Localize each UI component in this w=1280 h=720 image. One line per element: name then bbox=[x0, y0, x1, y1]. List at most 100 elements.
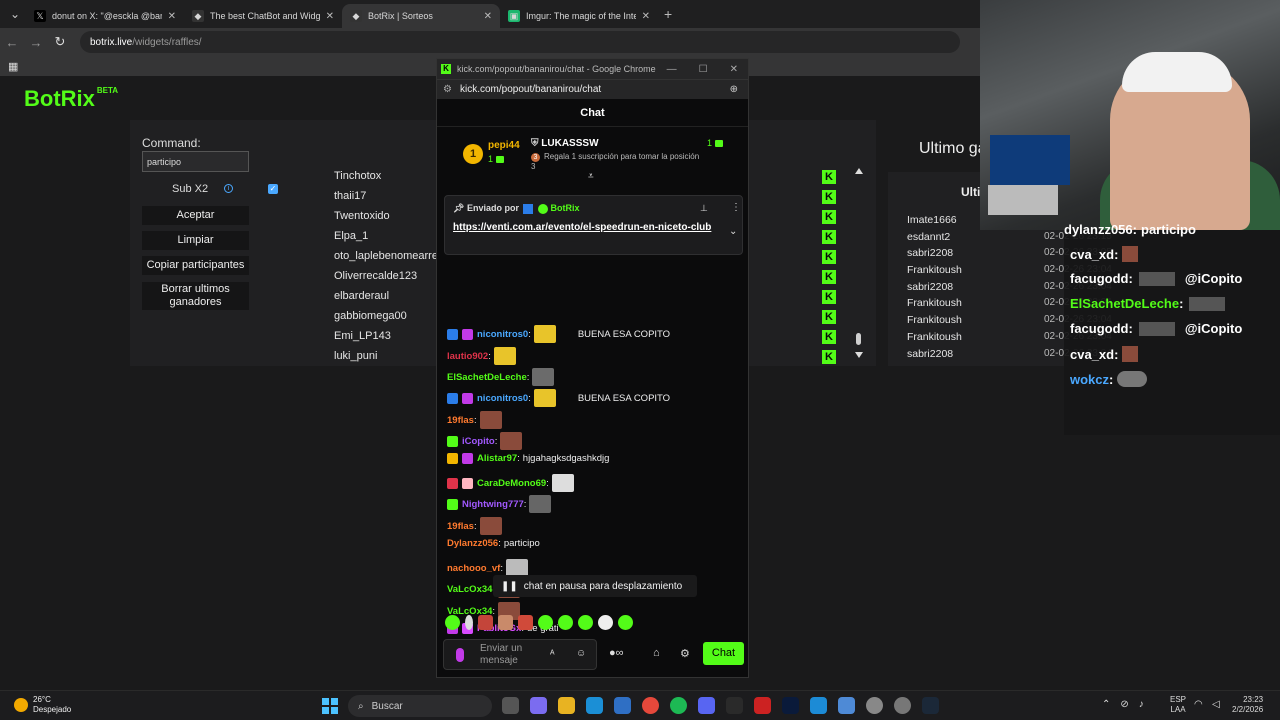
accept-button[interactable]: Aceptar bbox=[142, 206, 249, 225]
wifi-icon[interactable]: ◠ bbox=[1194, 699, 1203, 710]
task-view-icon[interactable] bbox=[502, 697, 519, 714]
start-windows-icon[interactable] bbox=[322, 698, 338, 714]
browser-tab[interactable]: 𝕏donut on X: "@esckla @bananir ✕ bbox=[26, 4, 184, 28]
tray-chevron-icon[interactable]: ⌃ bbox=[1102, 699, 1110, 710]
maximize-icon[interactable]: ☐ bbox=[699, 64, 708, 75]
apps-grid-icon[interactable]: ▦ bbox=[8, 60, 18, 73]
chat-username[interactable]: CaraDeMono69 bbox=[477, 478, 546, 489]
chat-username[interactable]: Nightwing777 bbox=[462, 499, 524, 510]
info-icon[interactable]: i bbox=[224, 184, 233, 193]
emote-icon[interactable] bbox=[558, 615, 573, 630]
emote-icon[interactable] bbox=[445, 615, 460, 630]
kicks-icon[interactable]: ●∞ bbox=[609, 647, 624, 659]
message-input[interactable]: Enviar un mensaje ᴬ ☺ bbox=[443, 639, 597, 670]
expand-chevron-icon[interactable]: ⌄ bbox=[729, 226, 737, 237]
close-tab-icon[interactable]: ✕ bbox=[326, 11, 334, 22]
emote-icon[interactable] bbox=[618, 615, 633, 630]
chat-username[interactable]: lautio902 bbox=[447, 351, 488, 362]
microphone-icon[interactable] bbox=[456, 648, 464, 662]
new-tab-button[interactable]: + bbox=[664, 6, 672, 22]
streamer-cap bbox=[1122, 52, 1232, 92]
settings-gear-icon[interactable]: ⚙ bbox=[680, 647, 690, 660]
chat-username[interactable]: 19flas bbox=[447, 415, 474, 426]
leader1-name[interactable]: pepi44 bbox=[488, 140, 520, 151]
steam-icon[interactable] bbox=[922, 697, 939, 714]
minimize-icon[interactable]: — bbox=[667, 64, 677, 75]
chrome-icon[interactable] bbox=[642, 697, 659, 714]
chat-username[interactable]: Dylanzz056 bbox=[447, 538, 498, 549]
chat-username[interactable]: ElSachetDeLeche bbox=[447, 372, 527, 383]
chat-username[interactable]: niconitros0 bbox=[477, 329, 528, 340]
outlook-icon[interactable] bbox=[614, 697, 631, 714]
reload-icon[interactable]: ↻ bbox=[48, 34, 72, 50]
emote-icon[interactable] bbox=[498, 615, 513, 630]
emote-icon[interactable] bbox=[538, 615, 553, 630]
command-input[interactable] bbox=[142, 151, 249, 172]
chat-username[interactable]: Alistar97 bbox=[477, 453, 517, 464]
close-icon[interactable]: ✕ bbox=[730, 64, 738, 75]
translate-icon[interactable]: ᴬ bbox=[550, 649, 555, 660]
emote-icon[interactable] bbox=[518, 615, 533, 630]
tab-search-icon[interactable]: ⌄ bbox=[4, 4, 26, 24]
unpin-icon[interactable]: ⊥ bbox=[700, 203, 708, 214]
weather-widget[interactable]: 26°C Despejado bbox=[14, 695, 71, 715]
site-info-icon[interactable]: ⚙ bbox=[443, 84, 452, 95]
chat-username[interactable]: VaLcOx34 bbox=[447, 584, 492, 595]
botrix-logo[interactable]: BotRix BETA bbox=[24, 86, 118, 112]
obs-icon[interactable] bbox=[894, 697, 911, 714]
browser-tab[interactable]: ▣ Imgur: The magic of the Interne ✕ bbox=[500, 4, 658, 28]
forward-icon[interactable]: → bbox=[24, 35, 48, 50]
taskbar-search[interactable]: ⌕ Buscar bbox=[348, 695, 492, 717]
emote-icon[interactable] bbox=[465, 615, 473, 630]
chat-username[interactable]: nachooo_vf bbox=[447, 563, 500, 574]
clear-button[interactable]: Limpiar bbox=[142, 231, 249, 250]
sub-x2-checkbox[interactable]: ✓ bbox=[268, 184, 278, 194]
emoji-picker-icon[interactable]: ☺ bbox=[576, 648, 586, 659]
mic-icon[interactable]: ♪ bbox=[1139, 699, 1144, 710]
badge-icon bbox=[447, 392, 458, 404]
zoom-icon[interactable]: ⊕ bbox=[730, 84, 738, 95]
photoshop-icon[interactable] bbox=[782, 697, 799, 714]
emote-icon[interactable] bbox=[578, 615, 593, 630]
back-icon[interactable]: ← bbox=[0, 35, 24, 50]
chat-paused-banner[interactable]: ❚❚ chat en pausa para desplazamiento bbox=[493, 575, 697, 597]
participants-scrollbar[interactable] bbox=[856, 333, 861, 345]
emote-icon[interactable] bbox=[598, 615, 613, 630]
app-icon[interactable] bbox=[726, 697, 743, 714]
close-tab-icon[interactable]: ✕ bbox=[168, 11, 176, 22]
url-field[interactable]: botrix.live/widgets/raffles/ bbox=[80, 31, 960, 53]
edge-icon[interactable] bbox=[586, 697, 603, 714]
clock[interactable]: 23:23 2/2/2026 bbox=[1232, 695, 1263, 715]
delete-winners-button[interactable]: Borrar ultimos ganadores bbox=[142, 282, 249, 310]
chat-username[interactable]: niconitros0 bbox=[477, 393, 528, 404]
browser-tab[interactable]: ◆ BotRix | Sorteos ✕ bbox=[342, 4, 500, 28]
pinned-link[interactable]: https://venti.com.ar/evento/el-speedrun-… bbox=[453, 221, 713, 235]
file-explorer-icon[interactable] bbox=[558, 697, 575, 714]
pinned-user[interactable]: BotRix bbox=[551, 203, 580, 213]
send-chat-button[interactable]: Chat bbox=[703, 642, 744, 665]
scroll-up-arrow-icon[interactable] bbox=[855, 168, 863, 174]
copy-participants-button[interactable]: Copiar participantes bbox=[142, 256, 249, 275]
popout-url[interactable]: kick.com/popout/bananirou/chat bbox=[460, 84, 601, 95]
leader2-name[interactable]: ⛨ LUKASSSW bbox=[531, 138, 599, 149]
emote-icon[interactable] bbox=[478, 615, 493, 630]
close-tab-icon[interactable]: ✕ bbox=[484, 11, 492, 22]
language-indicator[interactable]: ESP LAA bbox=[1170, 695, 1186, 715]
spotify-icon[interactable] bbox=[670, 697, 687, 714]
network-icon[interactable]: ⊘ bbox=[1120, 699, 1128, 710]
app-icon[interactable] bbox=[810, 697, 827, 714]
volume-icon[interactable]: ◁ bbox=[1212, 699, 1220, 710]
app-icon[interactable] bbox=[754, 697, 771, 714]
discord-icon[interactable] bbox=[698, 697, 715, 714]
notepad-icon[interactable] bbox=[838, 697, 855, 714]
browser-tab[interactable]: ◆ The best ChatBot and Widgets ✕ bbox=[184, 4, 342, 28]
close-tab-icon[interactable]: ✕ bbox=[642, 11, 650, 22]
chat-username[interactable]: 19flas bbox=[447, 521, 474, 532]
settings-icon[interactable] bbox=[866, 697, 883, 714]
more-options-icon[interactable]: ⋮ bbox=[731, 202, 741, 213]
scroll-down-arrow-icon[interactable] bbox=[855, 352, 863, 358]
chat-username[interactable]: iCopito bbox=[462, 436, 495, 447]
collapse-icon[interactable]: ⩡ bbox=[588, 171, 594, 182]
copilot-icon[interactable] bbox=[530, 697, 547, 714]
store-icon[interactable]: ⌂ bbox=[653, 647, 660, 659]
